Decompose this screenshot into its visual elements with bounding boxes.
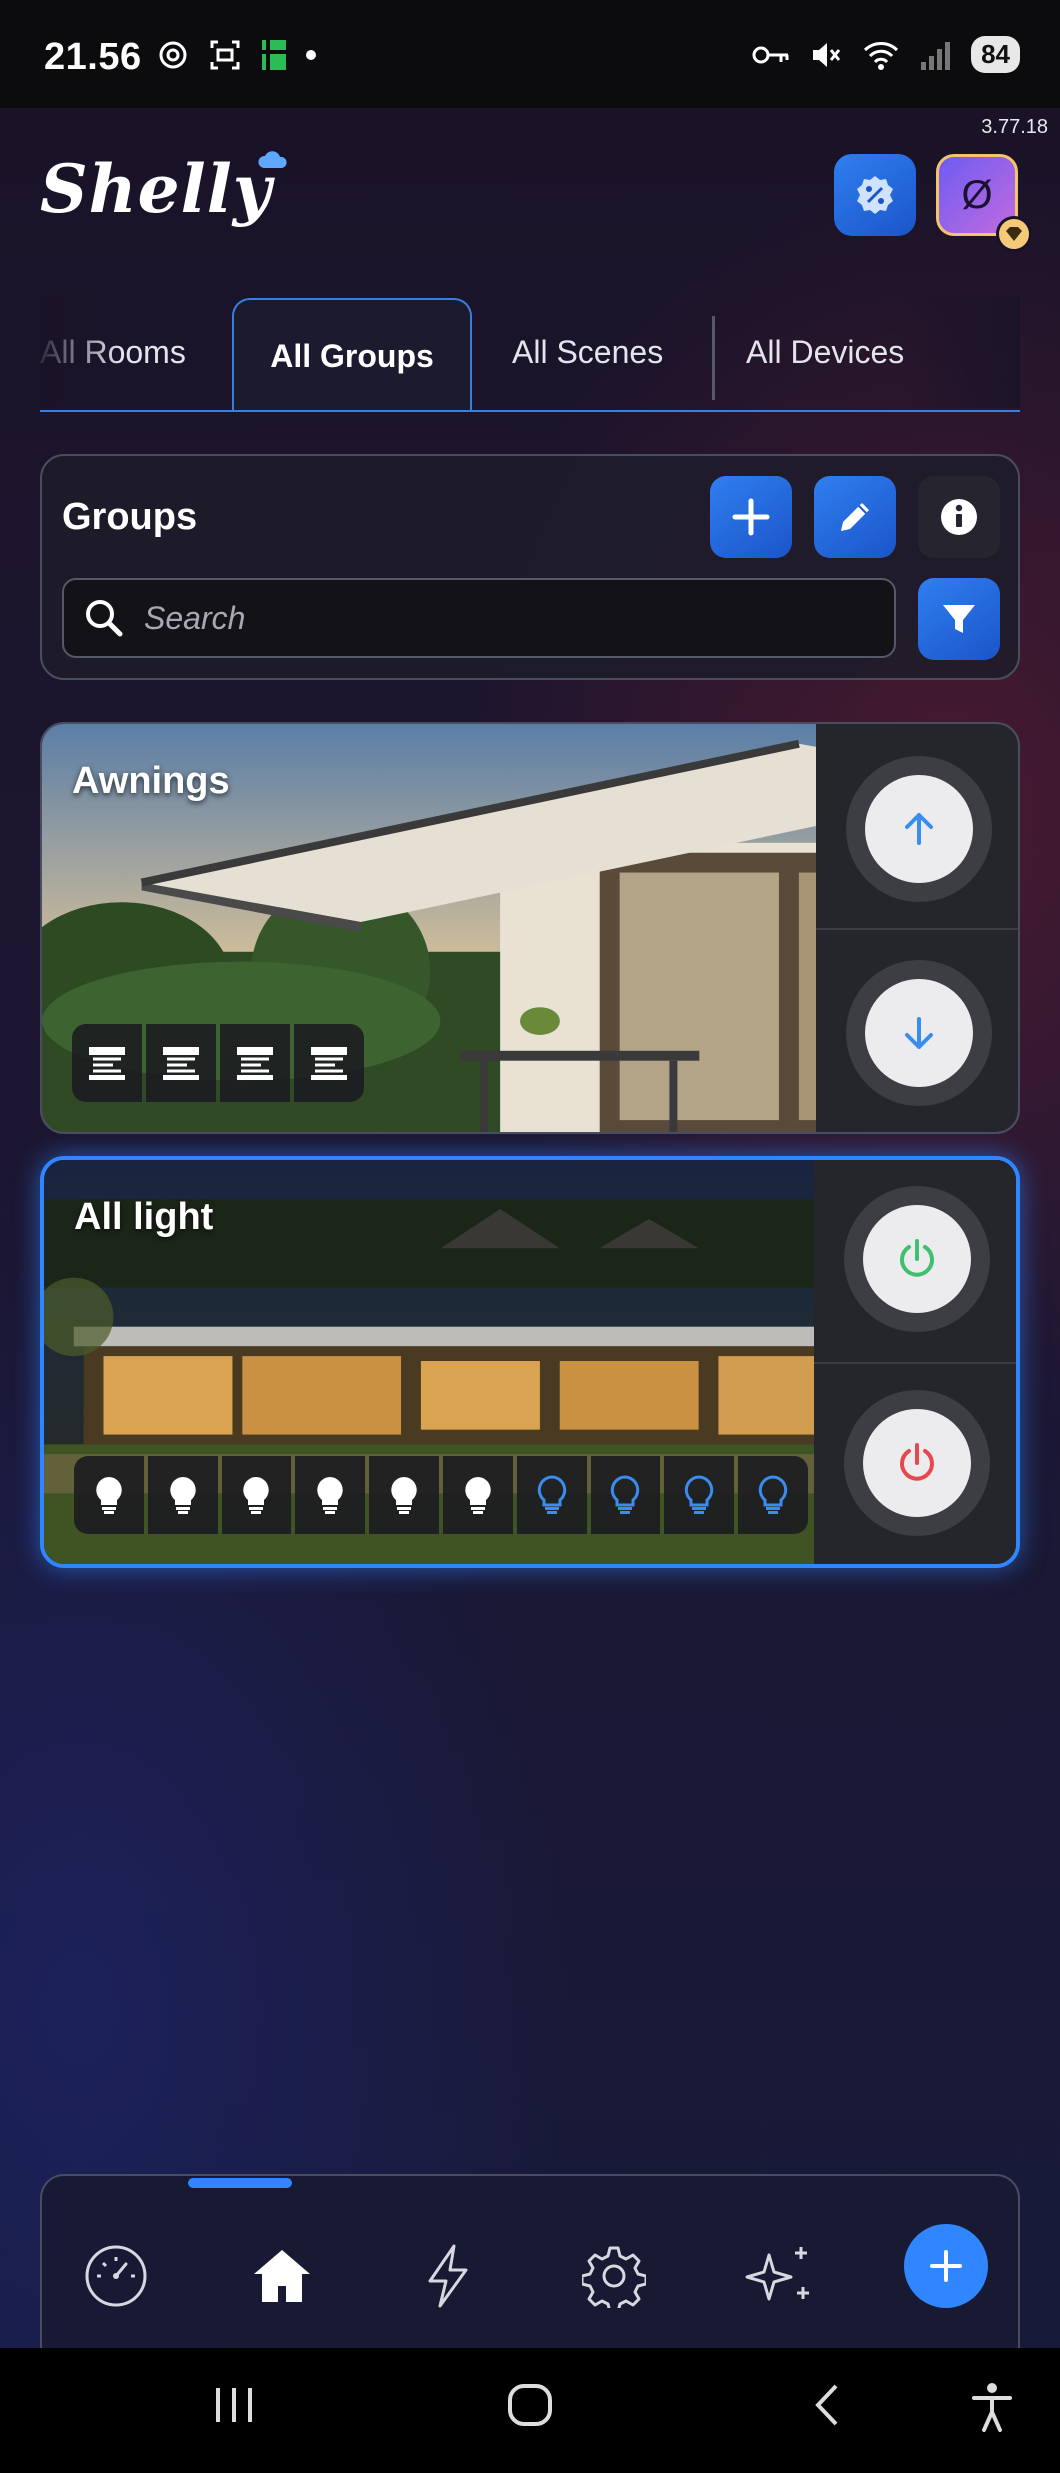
system-navigation-bar [0,2348,1060,2473]
bulb-on-icon[interactable] [442,1456,513,1534]
groups-title: Groups [62,496,198,538]
awnings-controls [816,724,1018,1132]
status-bar: 21.56 84 [0,0,1060,108]
search-bar [62,578,896,658]
filter-button[interactable] [918,578,1000,660]
tab-all-scenes[interactable]: All Scenes [512,334,663,371]
nav-active-indicator [188,2178,292,2188]
recent-apps-icon[interactable] [212,2380,256,2430]
group-name: All light [74,1196,214,1238]
filter-icon [943,605,975,633]
tabs-scroll-fade-right [900,296,1020,408]
cloud-icon [258,151,287,168]
search-icon [86,600,123,637]
groups-panel: Groups [40,454,1020,680]
nav-scenes[interactable] [408,2236,488,2316]
tab-all-groups[interactable]: All Groups [232,298,472,412]
power-on-icon [900,1239,934,1277]
device-icon-strip [74,1456,808,1534]
awning-icon[interactable] [220,1024,290,1102]
controls-divider [816,928,1018,930]
sheets-icon [262,40,286,70]
awnings-up-button[interactable] [846,756,992,902]
bulb-off-icon[interactable] [738,1456,808,1534]
tabs-scroll-fade-left [40,296,120,408]
system-icons: 84 [751,36,1020,73]
all-light-off-button[interactable] [844,1390,990,1536]
nav-home[interactable] [242,2236,322,2316]
ai-sparkles-icon [745,2247,809,2301]
nav-ai[interactable] [740,2236,820,2316]
premium-diamond-icon [996,216,1032,252]
awning-icon[interactable] [146,1024,216,1102]
status-time: 21.56 [44,36,142,78]
wifi-icon [864,41,899,70]
scenes-bolt-icon [428,2244,468,2308]
notification-icons [156,38,316,72]
nav-settings[interactable] [574,2236,654,2316]
section-tabs: All Rooms All Groups All Scenes All Devi… [40,296,1020,412]
search-input[interactable] [144,599,844,637]
info-icon [941,499,977,535]
plus-icon [732,498,770,536]
bulb-off-icon[interactable] [516,1456,587,1534]
back-icon[interactable] [808,2380,848,2430]
bulb-on-icon[interactable] [295,1456,366,1534]
arrow-down-icon [905,1017,933,1049]
battery-indicator: 84 [971,36,1020,73]
pencil-icon [841,503,869,531]
discount-button[interactable] [834,154,916,236]
awnings-down-button[interactable] [846,960,992,1106]
home-icon [254,2250,310,2302]
group-card-awnings[interactable]: Awnings [40,722,1020,1134]
bulb-on-icon[interactable] [369,1456,439,1534]
accessibility-icon[interactable] [970,2380,1014,2434]
mute-icon [813,42,841,67]
bulb-on-icon[interactable] [221,1456,292,1534]
tab-separator [712,316,715,400]
awning-icon[interactable] [294,1024,364,1102]
add-icon [930,2250,962,2282]
dashboard-icon [85,2245,147,2307]
tabs-underline [40,410,1020,412]
info-button[interactable] [918,476,1000,558]
nav-dashboard[interactable] [76,2236,156,2316]
bottom-navigation [40,2174,1020,2348]
add-group-button[interactable] [710,476,792,558]
bulb-on-icon[interactable] [74,1456,144,1534]
more-notifications-dot [306,50,316,60]
all-light-on-button[interactable] [844,1186,990,1332]
settings-gear-icon [582,2246,646,2308]
nav-add-button[interactable] [904,2224,988,2308]
screenshot-icon [210,40,240,70]
vpn-key-icon [752,46,789,63]
awning-icon[interactable] [72,1024,142,1102]
group-card-all-light[interactable]: All light [40,1156,1020,1568]
arrow-up-icon [905,813,933,845]
tab-all-devices[interactable]: All Devices [746,334,904,371]
power-off-icon [900,1443,934,1481]
device-icon-strip [72,1024,364,1102]
all-light-controls [814,1160,1016,1564]
avatar-initial: Ø [961,172,993,217]
group-name: Awnings [72,760,230,802]
controls-divider [814,1362,1016,1364]
app-version: 3.77.18 [981,116,1048,138]
bulb-off-icon[interactable] [590,1456,661,1534]
bulb-on-icon[interactable] [147,1456,218,1534]
openai-icon [159,41,187,69]
signal-icon [921,41,951,70]
edit-groups-button[interactable] [814,476,896,558]
discount-badge-icon [857,176,893,214]
bulb-off-icon[interactable] [664,1456,735,1534]
shelly-logo: Shelly [40,150,273,228]
home-nav-icon[interactable] [506,2380,554,2430]
